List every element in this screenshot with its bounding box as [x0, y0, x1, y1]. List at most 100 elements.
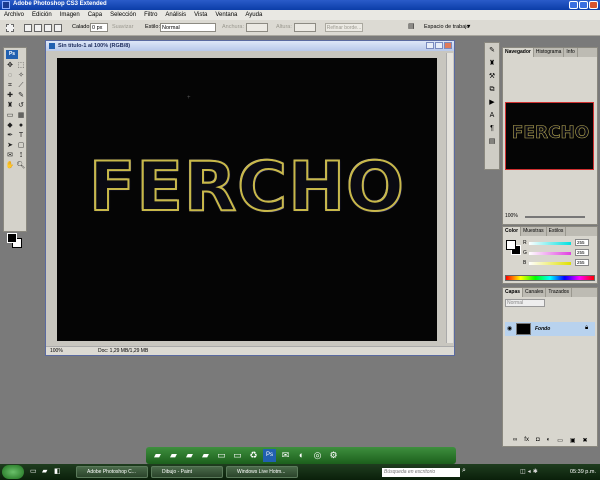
- taskbar-photoshop[interactable]: Adobe Photoshop C...: [76, 466, 148, 478]
- menu-seleccion[interactable]: Selección: [110, 12, 136, 18]
- subtract-selection-icon[interactable]: [44, 24, 52, 32]
- eraser-icon[interactable]: ▭: [5, 111, 15, 120]
- tab-navegador[interactable]: Navegador: [503, 48, 534, 57]
- switch-windows-icon[interactable]: ◧: [54, 467, 61, 475]
- channel-r-value[interactable]: 255: [575, 239, 589, 246]
- crop-icon[interactable]: ⌗: [5, 81, 15, 90]
- settings-icon[interactable]: ⚙: [327, 449, 340, 462]
- chevron-down-icon[interactable]: ▼: [466, 24, 471, 30]
- channel-g-slider[interactable]: [529, 252, 571, 255]
- layer-comps-icon[interactable]: ▤: [487, 137, 497, 147]
- documents-icon[interactable]: ▰: [167, 449, 180, 462]
- doc-maximize-button[interactable]: [435, 42, 443, 49]
- navigator-zoom-slider[interactable]: [525, 216, 585, 218]
- tab-canales[interactable]: Canales: [523, 288, 547, 297]
- media-player-icon[interactable]: ◎: [311, 449, 324, 462]
- taskbar-clock[interactable]: 05:39 p.m.: [570, 469, 596, 475]
- music-folder-icon[interactable]: ▰: [199, 449, 212, 462]
- add-selection-icon[interactable]: [34, 24, 42, 32]
- shape-icon[interactable]: ▢: [16, 141, 26, 150]
- refine-edge-button[interactable]: Refinar borde...: [325, 23, 363, 32]
- channel-b-value[interactable]: 255: [575, 259, 589, 266]
- search-icon[interactable]: ⌕: [462, 467, 466, 475]
- brush-icon[interactable]: ✎: [16, 91, 26, 100]
- tray-security-icon[interactable]: ✱: [533, 469, 540, 475]
- feather-input[interactable]: 0 px: [90, 23, 108, 32]
- doc-close-button[interactable]: [444, 42, 452, 49]
- computer-icon[interactable]: ▭: [215, 449, 228, 462]
- channel-g-value[interactable]: 255: [575, 249, 589, 256]
- taskbar-hotmail[interactable]: Windows Live Hotm...: [226, 466, 298, 478]
- photoshop-icon[interactable]: Ps: [263, 449, 276, 462]
- layer-group-icon[interactable]: ▭: [557, 437, 563, 444]
- navigator-thumbnail[interactable]: FERCHO: [505, 102, 594, 170]
- blur-icon[interactable]: ◆: [5, 121, 15, 130]
- pen-icon[interactable]: ✒: [5, 131, 15, 140]
- channel-r-slider[interactable]: [529, 242, 571, 245]
- style-select[interactable]: Normal: [160, 23, 216, 32]
- history-brush-icon[interactable]: ↺: [16, 101, 26, 110]
- tab-histograma[interactable]: Histograma: [534, 48, 565, 57]
- stamp-icon[interactable]: ♜: [5, 101, 15, 110]
- zoom-icon[interactable]: 🔍︎: [16, 161, 26, 170]
- marquee-icon[interactable]: ⬚: [16, 61, 26, 70]
- tool-presets-icon[interactable]: ⚒: [487, 72, 497, 82]
- slice-icon[interactable]: ⟋: [16, 81, 26, 90]
- adjustment-layer-icon[interactable]: ◐: [547, 437, 551, 444]
- web-icon[interactable]: ◐: [295, 449, 308, 462]
- close-button[interactable]: [589, 1, 598, 9]
- menu-ventana[interactable]: Ventana: [215, 12, 237, 18]
- workspace-button[interactable]: Espacio de trabajo: [424, 24, 470, 30]
- color-foreground-swatch[interactable]: [506, 240, 516, 250]
- eyedropper-icon[interactable]: ⟟: [16, 151, 26, 160]
- tab-estilos[interactable]: Estilos: [547, 227, 567, 236]
- clone-source-icon[interactable]: ♜: [487, 59, 497, 69]
- menu-capa[interactable]: Capa: [88, 12, 102, 18]
- marquee-tool-icon[interactable]: [6, 24, 14, 32]
- actions-panel-icon[interactable]: ▶: [487, 98, 497, 108]
- new-layer-icon[interactable]: ▣: [570, 437, 576, 444]
- menu-archivo[interactable]: Archivo: [4, 12, 24, 18]
- menu-analisis[interactable]: Análisis: [165, 12, 186, 18]
- color-spectrum-bar[interactable]: [505, 275, 595, 281]
- notes-icon[interactable]: ✉: [5, 151, 15, 160]
- path-select-icon[interactable]: ➤: [5, 141, 15, 150]
- type-tool-icon[interactable]: T: [16, 131, 26, 140]
- move-tool-icon[interactable]: ✥: [5, 61, 15, 70]
- tab-info[interactable]: Info: [564, 48, 578, 57]
- dodge-icon[interactable]: ●: [16, 121, 26, 130]
- show-desktop-icon[interactable]: ▭: [30, 467, 37, 475]
- menu-edicion[interactable]: Edición: [32, 12, 52, 18]
- desktop-search-input[interactable]: Búsqueda en escritorio: [382, 468, 460, 477]
- zoom-level[interactable]: 100%: [50, 348, 63, 354]
- channel-b-slider[interactable]: [529, 262, 571, 265]
- layer-mask-icon[interactable]: ◘: [536, 437, 540, 444]
- document-title-bar[interactable]: Sin título-1 al 100% (RGB/8): [46, 41, 454, 51]
- paragraph-panel-icon[interactable]: ¶: [487, 124, 497, 134]
- start-button[interactable]: [2, 465, 24, 479]
- visibility-eye-icon[interactable]: ◉: [507, 325, 512, 332]
- delete-layer-icon[interactable]: ✖: [583, 437, 588, 444]
- menu-filtro[interactable]: Filtro: [144, 12, 157, 18]
- intersect-selection-icon[interactable]: [54, 24, 62, 32]
- new-selection-icon[interactable]: [24, 24, 32, 32]
- menu-vista[interactable]: Vista: [194, 12, 207, 18]
- foreground-color-swatch[interactable]: [7, 233, 17, 243]
- vertical-scrollbar[interactable]: [446, 53, 453, 343]
- minimize-button[interactable]: [569, 1, 578, 9]
- layer-row-fondo[interactable]: ◉ Fondo 🔒︎: [505, 322, 595, 336]
- network-icon[interactable]: ▭: [231, 449, 244, 462]
- gradient-icon[interactable]: ▦: [16, 111, 26, 120]
- menu-ayuda[interactable]: Ayuda: [245, 12, 262, 18]
- pictures-folder-icon[interactable]: ▰: [183, 449, 196, 462]
- explorer-icon[interactable]: ▰: [42, 467, 47, 475]
- recycle-bin-icon[interactable]: ♻: [247, 449, 260, 462]
- magic-wand-icon[interactable]: ✧: [16, 71, 26, 80]
- maximize-button[interactable]: [579, 1, 588, 9]
- character-panel-icon[interactable]: A: [487, 111, 497, 121]
- hand-icon[interactable]: ✋: [5, 161, 15, 170]
- width-input[interactable]: [246, 23, 268, 32]
- healing-icon[interactable]: ✚: [5, 91, 15, 100]
- tab-color[interactable]: Color: [503, 227, 522, 236]
- mail-icon[interactable]: ✉: [279, 449, 292, 462]
